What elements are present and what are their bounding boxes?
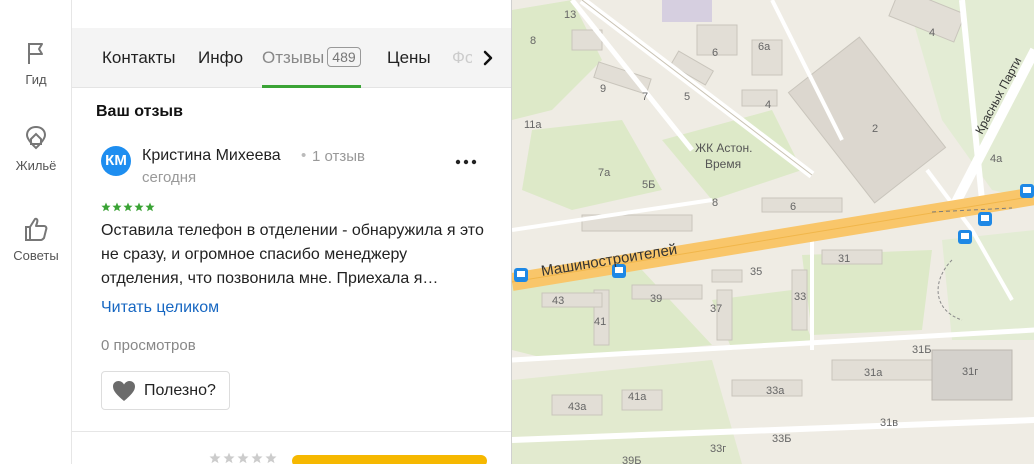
building-number-label: 6: [712, 47, 718, 59]
star-icon[interactable]: [237, 452, 249, 464]
views-count: 0 просмотров: [101, 337, 196, 354]
building-number-label: 7: [642, 91, 648, 103]
building-number-label: 39: [650, 293, 662, 305]
divider: [72, 431, 511, 432]
building-number-label: 4а: [990, 153, 1003, 165]
building-number-label: 31в: [880, 417, 898, 429]
building-number-label: 33Б: [772, 433, 791, 445]
tab-label: Цены: [387, 48, 431, 67]
star-icon[interactable]: [223, 452, 235, 464]
house-pin-icon: [21, 124, 51, 154]
rail-item-label: Советы: [13, 248, 59, 263]
building-number-label: 2: [872, 123, 878, 135]
map-canvas[interactable]: Машиностроителей Красных Парти ЖК Астон.…: [512, 0, 1034, 464]
building-number-label: 9: [600, 83, 606, 95]
star-icon[interactable]: [265, 452, 277, 464]
review-rating: [101, 202, 155, 216]
review-date: сегодня: [142, 169, 197, 186]
building-number-label: 35: [750, 266, 762, 278]
meta-separator: •: [301, 147, 307, 164]
bus-stop-icon: [958, 230, 972, 244]
tab-bar: Контакты Инфо Отзывы 489 Цены Фо: [72, 28, 511, 88]
tab-label: Инфо: [198, 48, 244, 67]
useful-label: Полезно?: [144, 382, 216, 399]
building-number-label: 31г: [962, 366, 978, 378]
chevron-right-icon: [474, 50, 502, 76]
building-number-label: 31а: [864, 367, 883, 379]
tab-reviews[interactable]: Отзывы 489: [262, 28, 361, 88]
building-number-label: 39Б: [622, 455, 641, 464]
rate-stars[interactable]: [209, 452, 277, 464]
tabs-scroll-right-button[interactable]: [474, 44, 502, 72]
tab-prices[interactable]: Цены: [387, 28, 431, 88]
building-number-label: 33г: [710, 443, 726, 455]
building-number-label: 8: [530, 35, 536, 47]
tab-label: Контакты: [102, 48, 176, 67]
write-review-button[interactable]: [292, 455, 487, 464]
building-number-label: 31: [838, 253, 850, 265]
panel-top: [72, 0, 511, 28]
rail-item-label: Гид: [25, 72, 47, 87]
read-full-link[interactable]: Читать целиком: [101, 299, 219, 317]
avatar[interactable]: КМ: [101, 146, 131, 176]
heart-icon: [112, 380, 136, 402]
tab-info[interactable]: Инфо: [198, 28, 243, 88]
complex-label: ЖК Астон.: [695, 141, 752, 155]
bus-stop-icon: [978, 212, 992, 226]
star-icon: [145, 202, 155, 212]
tab-contacts[interactable]: Контакты: [102, 28, 175, 88]
section-title: Ваш отзыв: [96, 103, 183, 120]
star-icon: [112, 202, 122, 212]
building-number-label: 43а: [568, 401, 587, 413]
rail-item-guide[interactable]: Гид: [0, 38, 72, 87]
flag-icon: [21, 38, 51, 68]
rail-item-label: Жильё: [15, 158, 57, 173]
author-reviews-count: 1 отзыв: [312, 148, 366, 165]
building-number-label: 37: [710, 303, 722, 315]
star-icon: [101, 202, 111, 212]
rail-item-tips[interactable]: Советы: [0, 214, 72, 263]
building-number-label: 41а: [628, 391, 647, 403]
building-number-label: 41: [594, 316, 606, 328]
tab-photos-faded[interactable]: Фо: [452, 28, 472, 88]
star-icon[interactable]: [209, 452, 221, 464]
building-number-label: 43: [552, 295, 564, 307]
building-number-label: 4: [765, 99, 771, 111]
complex-label: Время: [705, 157, 741, 171]
building-number-label: 7а: [598, 167, 611, 179]
building-number-label: 4: [929, 27, 935, 39]
left-rail: Гид Жильё Советы: [0, 0, 72, 464]
tab-count-badge: 489: [327, 47, 361, 67]
map-view[interactable]: Машиностроителей Красных Парти ЖК Астон.…: [511, 0, 1034, 464]
bus-stop-icon: [514, 268, 528, 282]
building-number-label: 6а: [758, 41, 771, 53]
building-number-label: 6: [790, 201, 796, 213]
star-icon[interactable]: [251, 452, 263, 464]
app-root: Гид Жильё Советы Контакты Инфо Отзывы 489…: [0, 0, 1034, 464]
useful-button[interactable]: Полезно?: [101, 371, 230, 410]
review-author[interactable]: Кристина Михеева: [142, 147, 281, 165]
more-horizontal-icon: [452, 159, 480, 178]
building-number-label: 5: [684, 91, 690, 103]
tab-label: Отзывы: [262, 48, 325, 67]
building-number-label: 31Б: [912, 344, 931, 356]
bus-stop-icon: [1020, 184, 1034, 198]
rail-item-housing[interactable]: Жильё: [0, 124, 72, 173]
building-number-label: 5Б: [642, 179, 655, 191]
building-number-label: 8: [712, 197, 718, 209]
star-icon: [123, 202, 133, 212]
star-icon: [134, 202, 144, 212]
building-number-label: 33: [794, 291, 806, 303]
review-text: Оставила телефон в отделении - обнаружил…: [101, 222, 484, 287]
thumbs-up-icon: [21, 214, 51, 244]
building-number-label: 33а: [766, 385, 785, 397]
building-number-label: 11а: [524, 119, 542, 131]
more-options-button[interactable]: [452, 150, 480, 174]
org-panel: Контакты Инфо Отзывы 489 Цены Фо Ваш отзы…: [72, 0, 511, 464]
building-number-label: 13: [564, 9, 576, 21]
